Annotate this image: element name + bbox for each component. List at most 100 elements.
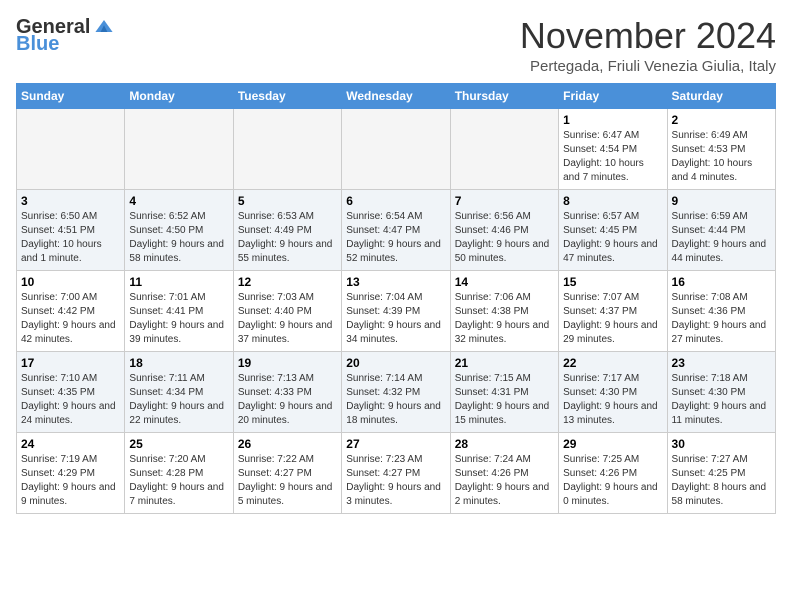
- calendar-cell: 22 Sunrise: 7:17 AM Sunset: 4:30 PM Dayli…: [559, 351, 667, 432]
- day-info: Sunrise: 7:11 AM Sunset: 4:34 PM Dayligh…: [129, 372, 228, 428]
- day-info: Sunrise: 7:03 AM Sunset: 4:40 PM Dayligh…: [238, 291, 337, 347]
- calendar-cell: 5 Sunrise: 6:53 AM Sunset: 4:49 PM Daylig…: [233, 189, 341, 270]
- day-number: 8: [563, 194, 662, 208]
- day-info: Sunrise: 7:01 AM Sunset: 4:41 PM Dayligh…: [129, 291, 228, 347]
- day-number: 17: [21, 356, 120, 370]
- day-info: Sunrise: 7:18 AM Sunset: 4:30 PM Dayligh…: [672, 372, 771, 428]
- calendar-cell: [233, 108, 341, 189]
- day-number: 27: [346, 437, 445, 451]
- calendar-cell: 20Sunrise: 7:14 AM Sunset: 4:32 PM Dayli…: [342, 351, 450, 432]
- calendar-cell: 13 Sunrise: 7:04 AM Sunset: 4:39 PM Dayli…: [342, 270, 450, 351]
- day-number: 14: [455, 275, 554, 289]
- calendar-cell: [450, 108, 558, 189]
- day-number: 10: [21, 275, 120, 289]
- day-number: 16: [672, 275, 771, 289]
- calendar-cell: 12 Sunrise: 7:03 AM Sunset: 4:40 PM Dayli…: [233, 270, 341, 351]
- day-number: 7: [455, 194, 554, 208]
- day-number: 26: [238, 437, 337, 451]
- day-number: 18: [129, 356, 228, 370]
- day-number: 20: [346, 356, 445, 370]
- title-section: November 2024 Pertegada, Friuli Venezia …: [520, 16, 776, 75]
- calendar-header-monday: Monday: [125, 83, 233, 108]
- calendar-cell: 21 Sunrise: 7:15 AM Sunset: 4:31 PM Dayli…: [450, 351, 558, 432]
- calendar-cell: 30 Sunrise: 7:27 AM Sunset: 4:25 PM Dayli…: [667, 432, 775, 513]
- calendar-cell: 4 Sunrise: 6:52 AM Sunset: 4:50 PM Daylig…: [125, 189, 233, 270]
- day-info: Sunrise: 7:20 AM Sunset: 4:28 PM Dayligh…: [129, 453, 228, 509]
- calendar-cell: 7Sunrise: 6:56 AM Sunset: 4:46 PM Daylig…: [450, 189, 558, 270]
- day-number: 23: [672, 356, 771, 370]
- day-info: Sunrise: 7:15 AM Sunset: 4:31 PM Dayligh…: [455, 372, 554, 428]
- day-number: 11: [129, 275, 228, 289]
- calendar-week-4: 17 Sunrise: 7:10 AM Sunset: 4:35 PM Dayli…: [17, 351, 776, 432]
- day-number: 24: [21, 437, 120, 451]
- calendar-cell: 2 Sunrise: 6:49 AM Sunset: 4:53 PM Daylig…: [667, 108, 775, 189]
- day-number: 5: [238, 194, 337, 208]
- calendar-cell: 19Sunrise: 7:13 AM Sunset: 4:33 PM Dayli…: [233, 351, 341, 432]
- calendar-header-sunday: Sunday: [17, 83, 125, 108]
- calendar-cell: 14 Sunrise: 7:06 AM Sunset: 4:38 PM Dayli…: [450, 270, 558, 351]
- day-number: 30: [672, 437, 771, 451]
- calendar-week-3: 10 Sunrise: 7:00 AM Sunset: 4:42 PM Dayli…: [17, 270, 776, 351]
- day-info: Sunrise: 7:27 AM Sunset: 4:25 PM Dayligh…: [672, 453, 771, 509]
- calendar-header-saturday: Saturday: [667, 83, 775, 108]
- day-info: Sunrise: 6:52 AM Sunset: 4:50 PM Dayligh…: [129, 210, 228, 266]
- calendar-cell: 23 Sunrise: 7:18 AM Sunset: 4:30 PM Dayli…: [667, 351, 775, 432]
- day-info: Sunrise: 6:57 AM Sunset: 4:45 PM Dayligh…: [563, 210, 662, 266]
- calendar-week-2: 3 Sunrise: 6:50 AM Sunset: 4:51 PM Daylig…: [17, 189, 776, 270]
- day-info: Sunrise: 6:49 AM Sunset: 4:53 PM Dayligh…: [672, 129, 771, 185]
- day-info: Sunrise: 7:13 AM Sunset: 4:33 PM Dayligh…: [238, 372, 337, 428]
- day-number: 4: [129, 194, 228, 208]
- day-number: 22: [563, 356, 662, 370]
- calendar: SundayMondayTuesdayWednesdayThursdayFrid…: [16, 83, 776, 514]
- day-info: Sunrise: 7:17 AM Sunset: 4:30 PM Dayligh…: [563, 372, 662, 428]
- day-number: 2: [672, 113, 771, 127]
- day-info: Sunrise: 7:08 AM Sunset: 4:36 PM Dayligh…: [672, 291, 771, 347]
- calendar-cell: 6 Sunrise: 6:54 AM Sunset: 4:47 PM Daylig…: [342, 189, 450, 270]
- day-number: 1: [563, 113, 662, 127]
- month-title: November 2024: [520, 16, 776, 56]
- day-number: 28: [455, 437, 554, 451]
- calendar-cell: 1 Sunrise: 6:47 AM Sunset: 4:54 PM Daylig…: [559, 108, 667, 189]
- day-number: 21: [455, 356, 554, 370]
- day-number: 13: [346, 275, 445, 289]
- logo-icon: [92, 16, 116, 36]
- day-number: 3: [21, 194, 120, 208]
- day-number: 9: [672, 194, 771, 208]
- day-number: 15: [563, 275, 662, 289]
- calendar-cell: [17, 108, 125, 189]
- calendar-cell: 28Sunrise: 7:24 AM Sunset: 4:26 PM Dayli…: [450, 432, 558, 513]
- day-info: Sunrise: 7:06 AM Sunset: 4:38 PM Dayligh…: [455, 291, 554, 347]
- calendar-cell: 25 Sunrise: 7:20 AM Sunset: 4:28 PM Dayli…: [125, 432, 233, 513]
- calendar-cell: 11 Sunrise: 7:01 AM Sunset: 4:41 PM Dayli…: [125, 270, 233, 351]
- calendar-cell: 3 Sunrise: 6:50 AM Sunset: 4:51 PM Daylig…: [17, 189, 125, 270]
- calendar-cell: 26 Sunrise: 7:22 AM Sunset: 4:27 PM Dayli…: [233, 432, 341, 513]
- day-info: Sunrise: 7:04 AM Sunset: 4:39 PM Dayligh…: [346, 291, 445, 347]
- subtitle: Pertegada, Friuli Venezia Giulia, Italy: [520, 58, 776, 75]
- calendar-cell: [342, 108, 450, 189]
- day-info: Sunrise: 7:00 AM Sunset: 4:42 PM Dayligh…: [21, 291, 120, 347]
- day-info: Sunrise: 7:10 AM Sunset: 4:35 PM Dayligh…: [21, 372, 120, 428]
- day-number: 6: [346, 194, 445, 208]
- calendar-week-1: 1 Sunrise: 6:47 AM Sunset: 4:54 PM Daylig…: [17, 108, 776, 189]
- day-info: Sunrise: 6:54 AM Sunset: 4:47 PM Dayligh…: [346, 210, 445, 266]
- calendar-cell: 16 Sunrise: 7:08 AM Sunset: 4:36 PM Dayli…: [667, 270, 775, 351]
- day-info: Sunrise: 7:25 AM Sunset: 4:26 PM Dayligh…: [563, 453, 662, 509]
- calendar-cell: 8 Sunrise: 6:57 AM Sunset: 4:45 PM Daylig…: [559, 189, 667, 270]
- calendar-header-row: SundayMondayTuesdayWednesdayThursdayFrid…: [17, 83, 776, 108]
- calendar-cell: 10 Sunrise: 7:00 AM Sunset: 4:42 PM Dayli…: [17, 270, 125, 351]
- day-number: 12: [238, 275, 337, 289]
- logo-blue: Blue: [16, 33, 59, 55]
- day-info: Sunrise: 6:47 AM Sunset: 4:54 PM Dayligh…: [563, 129, 662, 185]
- calendar-header-tuesday: Tuesday: [233, 83, 341, 108]
- day-info: Sunrise: 6:50 AM Sunset: 4:51 PM Dayligh…: [21, 210, 120, 266]
- day-number: 25: [129, 437, 228, 451]
- day-info: Sunrise: 7:19 AM Sunset: 4:29 PM Dayligh…: [21, 453, 120, 509]
- calendar-cell: 17 Sunrise: 7:10 AM Sunset: 4:35 PM Dayli…: [17, 351, 125, 432]
- day-info: Sunrise: 7:23 AM Sunset: 4:27 PM Dayligh…: [346, 453, 445, 509]
- calendar-cell: [125, 108, 233, 189]
- calendar-header-wednesday: Wednesday: [342, 83, 450, 108]
- day-info: Sunrise: 6:53 AM Sunset: 4:49 PM Dayligh…: [238, 210, 337, 266]
- day-number: 29: [563, 437, 662, 451]
- day-info: Sunrise: 7:22 AM Sunset: 4:27 PM Dayligh…: [238, 453, 337, 509]
- calendar-cell: 29 Sunrise: 7:25 AM Sunset: 4:26 PM Dayli…: [559, 432, 667, 513]
